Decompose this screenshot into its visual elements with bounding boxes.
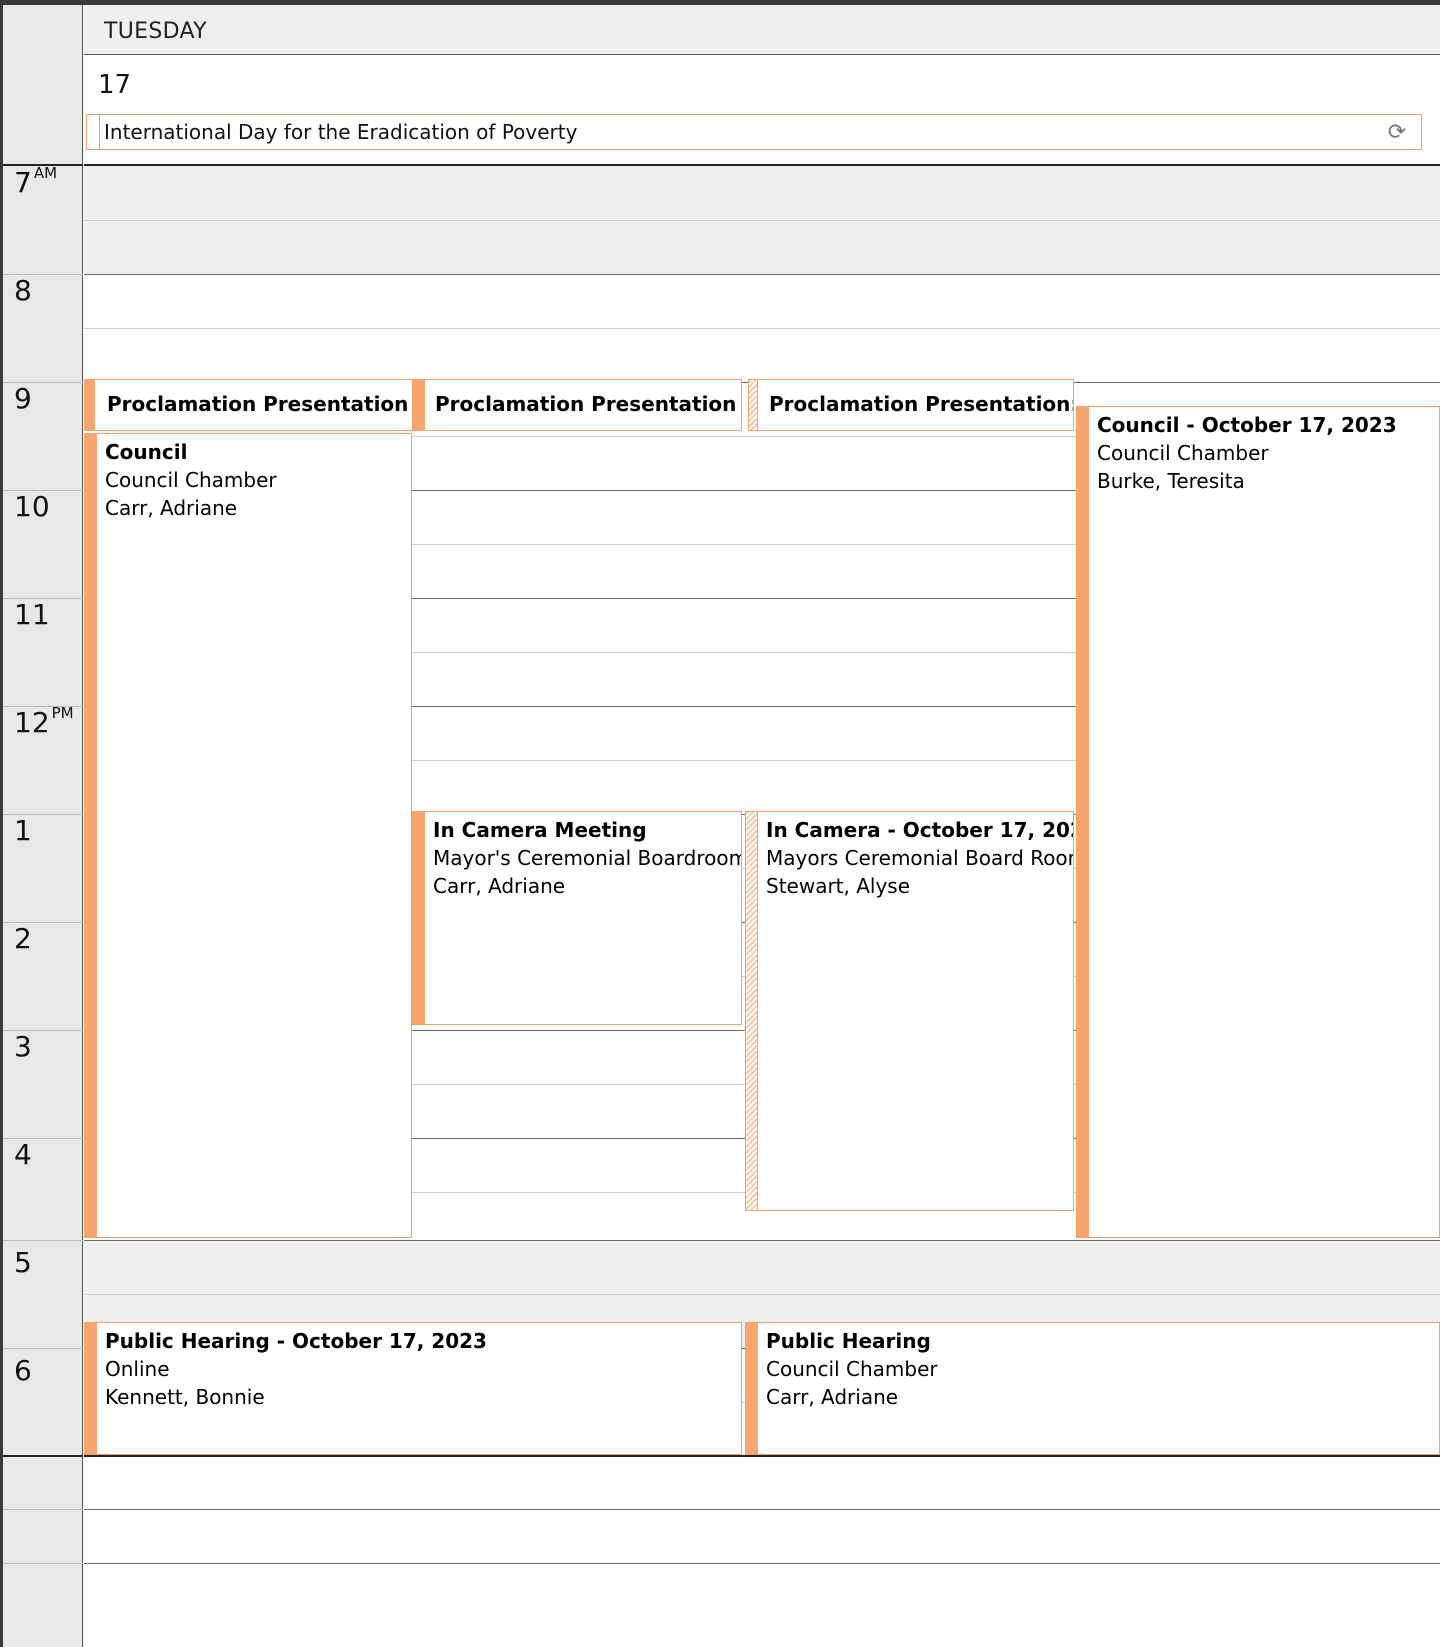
all-day-event[interactable]: International Day for the Eradication of… — [86, 114, 1422, 150]
event-in-camera-october-17[interactable]: In Camera - October 17, 2023 Mayors Cere… — [745, 811, 1074, 1211]
recurrence-icon: ⟳ — [1387, 120, 1407, 145]
half-hour-line — [84, 1294, 1440, 1295]
ruler-line — [3, 1563, 83, 1564]
all-day-event-status-bar — [93, 115, 100, 149]
ruler-line — [3, 1240, 83, 1241]
half-hour-line — [84, 220, 1440, 221]
event-title: Council - October 17, 2023 — [1097, 413, 1397, 437]
hour-label-1pm: 1 — [14, 814, 32, 847]
event-status-bar — [85, 1323, 97, 1454]
hour-label-9am: 9 — [14, 382, 32, 415]
event-location: Council Chamber — [105, 468, 277, 492]
event-status-bar-tentative — [749, 380, 758, 430]
ruler-line — [3, 1455, 83, 1457]
workday-end-line — [84, 1455, 1440, 1457]
hour-line — [84, 1240, 1440, 1241]
hour-label-6pm: 6 — [14, 1354, 32, 1387]
hour-label-10am: 10 — [14, 490, 50, 523]
overflow-slots[interactable] — [84, 1455, 1440, 1647]
day-header[interactable]: TUESDAY — [84, 5, 1440, 55]
event-status-bar — [413, 812, 425, 1024]
event-organizer: Carr, Adriane — [766, 1385, 899, 1409]
event-title: Proclamation Presentation Re I — [435, 392, 741, 416]
event-location: Council Chamber — [766, 1357, 938, 1381]
all-day-event-title: International Day for the Eradication of… — [104, 120, 578, 144]
hour-label-4pm: 4 — [14, 1138, 32, 1171]
ruler-line — [3, 1348, 83, 1349]
event-title: In Camera Meeting — [433, 818, 647, 842]
event-council-october-17[interactable]: Council - October 17, 2023 Council Chamb… — [1076, 406, 1440, 1238]
event-status-bar — [1077, 407, 1089, 1237]
event-title: Proclamation Presentation Re — [107, 392, 420, 416]
hour-line — [84, 1509, 1440, 1510]
event-status-bar — [85, 380, 95, 430]
hour-label-11am: 11 — [14, 598, 50, 631]
event-status-bar — [413, 380, 425, 430]
ruler-line — [3, 1509, 83, 1510]
event-title: In Camera - October 17, 2023 — [766, 818, 1074, 842]
event-organizer: Carr, Adriane — [105, 496, 238, 520]
day-name: TUESDAY — [104, 19, 207, 44]
event-location: Council Chamber — [1097, 441, 1269, 465]
event-public-hearing-october-17[interactable]: Public Hearing - October 17, 2023 Online… — [84, 1322, 742, 1455]
event-proclamation-3[interactable]: Proclamation Presentation: Lat — [748, 379, 1074, 431]
event-organizer: Kennett, Bonnie — [105, 1385, 265, 1409]
hour-label-3pm: 3 — [14, 1030, 32, 1063]
hour-line — [84, 1563, 1440, 1564]
event-status-bar-tentative — [746, 812, 758, 1210]
event-location: Online — [105, 1357, 170, 1381]
event-organizer: Stewart, Alyse — [766, 874, 911, 898]
event-title: Public Hearing - October 17, 2023 — [105, 1329, 487, 1353]
event-in-camera-meeting[interactable]: In Camera Meeting Mayor's Ceremonial Boa… — [412, 811, 742, 1025]
event-title: Proclamation Presentation: Lat — [769, 392, 1074, 416]
hour-label-12pm: 12 PM — [14, 704, 74, 739]
event-proclamation-2[interactable]: Proclamation Presentation Re I — [412, 379, 742, 431]
event-title: Public Hearing — [766, 1329, 931, 1353]
event-location: Mayors Ceremonial Board Room — [766, 846, 1074, 870]
hour-label-2pm: 2 — [14, 922, 32, 955]
event-council[interactable]: Council Council Chamber Carr, Adriane — [84, 433, 412, 1238]
event-proclamation-1[interactable]: Proclamation Presentation Re — [84, 379, 420, 431]
half-hour-line — [84, 328, 1440, 329]
event-status-bar — [746, 1323, 758, 1454]
hour-label-5pm: 5 — [14, 1246, 32, 1279]
day-number[interactable]: 17 — [98, 70, 131, 100]
event-public-hearing[interactable]: Public Hearing Council Chamber Carr, Adr… — [745, 1322, 1440, 1455]
event-title: Council — [105, 440, 188, 464]
event-status-bar — [85, 434, 97, 1237]
event-organizer: Burke, Teresita — [1097, 469, 1245, 493]
event-organizer: Carr, Adriane — [433, 874, 566, 898]
hour-line — [84, 274, 1440, 275]
hour-label-8am: 8 — [14, 274, 32, 307]
hour-label-7am: 7 AM — [14, 164, 58, 199]
event-location: Mayor's Ceremonial Boardroom — [433, 846, 742, 870]
